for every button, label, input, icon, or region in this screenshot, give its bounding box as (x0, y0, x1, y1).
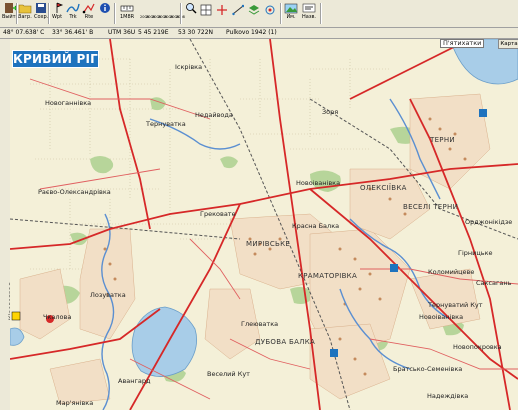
ims-button[interactable]: Им. (284, 2, 298, 24)
pan-icon (216, 4, 228, 16)
place-label: Веселий Кут (207, 370, 250, 378)
place-label: Лозуватка (90, 291, 126, 299)
city-title-banner: КРИВИЙ РІГ (12, 50, 99, 68)
wpt-label: Wpt (51, 14, 63, 20)
map-application-window: Выйти Загр. Сохр. Wpt Trk Rte 1M8R Им. Назв. 2008… (0, 0, 518, 410)
place-label: Новоіванівка (419, 313, 464, 321)
place-label: МИРІВСЬКЕ (246, 240, 291, 248)
place-label: ТЕРНИ (430, 136, 455, 144)
place-label: Орджонікідзе (465, 218, 513, 226)
map-canvas[interactable]: Новоганнівка Іскрівка Тернуватка Недайво… (10, 39, 518, 410)
place-label: Мар'янівка (56, 399, 94, 407)
northing-readout: 53 30 722N (178, 29, 214, 36)
save-icon (34, 2, 48, 14)
load-label: Загр. (18, 14, 32, 20)
scale-icon (120, 2, 134, 14)
toolbar: Выйти Загр. Сохр. Wpt Trk Rte 1M8R Им. Назв. 2008… (0, 0, 518, 28)
place-label: Саксагань (476, 279, 512, 287)
place-label: Грековате (200, 210, 236, 218)
zoom-icon (184, 2, 198, 14)
grid-icon (200, 4, 212, 16)
gps-button[interactable] (264, 4, 276, 26)
place-label: Раєво-Олександрівка (38, 188, 111, 196)
route-icon (82, 2, 96, 14)
place-label: Глеюватка (241, 320, 279, 328)
track-icon (66, 2, 80, 14)
gps-icon (264, 4, 276, 16)
toolbar-separator (280, 3, 282, 24)
latitude-readout: 48° 07.638' С (3, 29, 45, 36)
place-label: Коломийцеве (428, 268, 475, 276)
place-label: Гірницьке (458, 249, 493, 257)
place-label: ОЛЕКСІЇВКА (360, 184, 407, 192)
layer-icon (248, 4, 260, 16)
save-label: Сохр. (34, 14, 49, 20)
place-label: КРАМАТОРІВКА (298, 272, 358, 280)
zoom-button[interactable] (184, 2, 198, 24)
place-label: ДУБОВА БАЛКА (255, 338, 316, 346)
rte-label: Rte (84, 14, 94, 20)
easting-readout: 5 45 219E (138, 29, 169, 36)
trk-button[interactable]: Trk (66, 2, 80, 24)
folder-icon (18, 2, 32, 14)
image-icon (284, 2, 298, 14)
place-label: Новоганнівка (45, 99, 92, 107)
toolbar-separator (180, 3, 182, 24)
waypoint-icon (50, 2, 64, 14)
info-button[interactable] (98, 2, 112, 24)
place-label: ВЕСЕЛІ ТЕРНИ (403, 203, 459, 211)
place-label: Тернуватий Кут (428, 301, 483, 309)
pan-button[interactable] (216, 4, 228, 26)
toolbar-separator (16, 3, 18, 24)
place-label: Надеждівка (427, 392, 469, 400)
longitude-readout: 33° 36.461' В (52, 29, 94, 36)
measure-button[interactable] (232, 4, 244, 26)
nav-label: Назв. (302, 14, 317, 20)
place-label: Зоря (322, 108, 339, 116)
place-label: Тернуватка (146, 120, 186, 128)
grid-button[interactable] (200, 4, 212, 26)
toolbar-separator (320, 3, 322, 24)
map-scale-button[interactable]: 1M8R (120, 2, 134, 24)
utm-zone: UTM 36U (108, 29, 136, 36)
rte-button[interactable]: Rte (82, 2, 96, 24)
ims-label: Им. (286, 14, 296, 20)
map-tab[interactable]: Карта (498, 39, 518, 49)
status-bar: 48° 07.638' С 33° 36.461' В UTM 36U 5 45… (0, 28, 518, 39)
place-label: Чкалова (43, 313, 72, 321)
map-svg (10, 39, 518, 410)
layer-button[interactable] (248, 4, 260, 26)
place-label: Новопокровка (453, 343, 502, 351)
load-button[interactable]: Загр. (18, 2, 32, 24)
measure-icon (232, 4, 244, 16)
nav-button[interactable]: Назв. (302, 2, 316, 24)
place-label: Братсько-Семенівка (393, 365, 463, 373)
place-label: Красна Балка (292, 222, 340, 230)
names-icon (302, 2, 316, 14)
place-label: Недайвода (195, 111, 233, 119)
save-button[interactable]: Сохр. (34, 2, 48, 24)
place-label: Іскрівка (175, 63, 203, 71)
datum-readout: Pulkovo 1942 (1) (226, 29, 277, 36)
place-label: Новоіванівка (296, 179, 341, 187)
wpt-button[interactable]: Wpt (50, 2, 64, 24)
trk-label: Trk (69, 14, 77, 20)
map-scale-label: 1M8R (120, 14, 135, 20)
toolbar-separator (114, 3, 116, 24)
place-header-label: П'ятихатки (440, 39, 485, 48)
toolbar-separator (48, 3, 50, 24)
info-icon (98, 2, 112, 14)
place-label: Авангард (118, 377, 151, 385)
